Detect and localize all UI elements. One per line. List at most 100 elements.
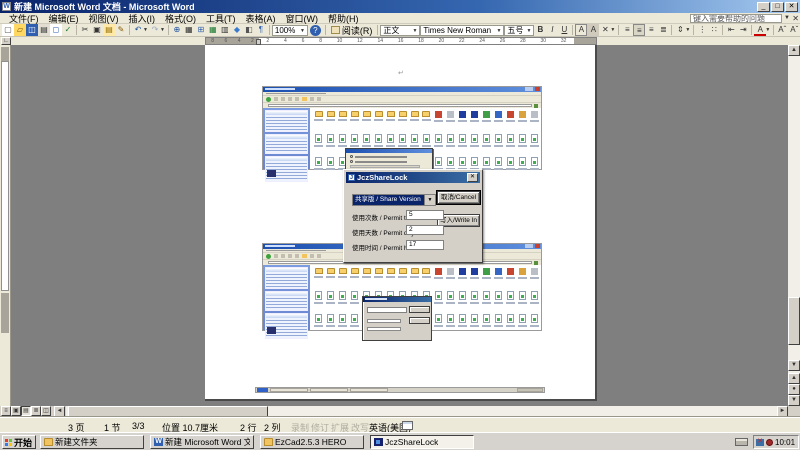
show-hide-icon[interactable]: ¶ xyxy=(255,24,267,36)
copy-icon[interactable]: ▣ xyxy=(91,24,103,36)
help-icon[interactable]: ? xyxy=(310,25,321,36)
document-map-icon[interactable]: ◧ xyxy=(243,24,255,36)
paste-icon[interactable]: ▤ xyxy=(103,24,115,36)
start-button[interactable]: 开始 xyxy=(2,435,36,449)
browse-next-button[interactable]: ▼ xyxy=(788,395,800,406)
minimize-button[interactable]: _ xyxy=(757,2,770,12)
bullets-icon[interactable]: ∷ xyxy=(708,24,720,36)
save-icon[interactable]: ◫ xyxy=(26,24,38,36)
menu-item-3[interactable]: 插入(I) xyxy=(124,12,161,25)
justify-icon[interactable]: ≣ xyxy=(657,24,669,36)
chevron-down-icon[interactable]: ▼ xyxy=(765,27,770,33)
antivirus-tray-icon[interactable] xyxy=(766,439,773,446)
normal-view-button[interactable]: ≡ xyxy=(1,406,11,416)
numbering-icon[interactable]: ⋮ xyxy=(696,24,708,36)
chevron-down-icon[interactable]: ▼ xyxy=(412,27,417,36)
permit-hours-field[interactable]: 17 xyxy=(406,240,444,250)
insert-excel-icon[interactable]: ▦ xyxy=(207,24,219,36)
scrollbar-thumb[interactable] xyxy=(788,297,800,345)
file-label-line xyxy=(398,145,407,147)
jczsharelock-dialog[interactable]: J JczShareLock ✕ 共享版 / Share Version ▼ 取… xyxy=(343,169,483,263)
task-button-0[interactable]: 新建文件夹 xyxy=(40,435,144,449)
close-button[interactable]: ✕ xyxy=(785,2,798,12)
format-painter-icon[interactable]: ✎ xyxy=(115,24,127,36)
columns-icon[interactable]: ▥ xyxy=(219,24,231,36)
close-icon[interactable]: ✕ xyxy=(792,14,799,23)
char-border-icon[interactable]: A xyxy=(575,24,587,36)
scroll-right-button[interactable]: ► xyxy=(777,406,788,417)
scroll-down-button[interactable]: ▼ xyxy=(788,360,800,371)
chevron-down-icon[interactable]: ▼ xyxy=(685,27,690,33)
task-button-3[interactable]: JczShareLock xyxy=(370,435,474,449)
permit-days-field[interactable]: 2 xyxy=(406,225,444,235)
menu-item-6[interactable]: 表格(A) xyxy=(241,12,281,25)
volume-muted-icon[interactable]: ✕ xyxy=(756,439,764,446)
chevron-down-icon[interactable]: ▼ xyxy=(496,27,501,36)
print-layout-view-button[interactable]: ▤ xyxy=(21,406,31,416)
style-combo[interactable]: ▼正文 xyxy=(380,25,420,36)
print-preview-icon[interactable]: ◻ xyxy=(50,24,62,36)
task-button-1[interactable]: W新建 Microsoft Word 文... xyxy=(150,435,254,449)
browse-select-button[interactable]: ● xyxy=(788,384,800,395)
print-icon[interactable]: ▤ xyxy=(38,24,50,36)
restore-button[interactable]: □ xyxy=(771,2,784,12)
chevron-down-icon[interactable]: ▼ xyxy=(300,27,305,36)
insert-table-icon[interactable]: ⊞ xyxy=(195,24,207,36)
chevron-down-icon[interactable]: ▼ xyxy=(784,15,790,21)
align-left-icon[interactable]: ≡ xyxy=(621,24,633,36)
font-combo[interactable]: ▼Times New Roman xyxy=(420,25,504,36)
share-version-combo[interactable]: 共享版 / Share Version ▼ xyxy=(352,194,436,206)
chevron-down-icon[interactable]: ▼ xyxy=(526,27,531,36)
drawing-icon[interactable]: ◆ xyxy=(231,24,243,36)
dialog-close-button[interactable]: ✕ xyxy=(467,173,478,182)
increase-indent-icon[interactable]: ⇥ xyxy=(737,24,749,36)
italic-icon[interactable]: I xyxy=(546,24,558,36)
menu-item-1[interactable]: 编辑(E) xyxy=(44,12,84,25)
menu-item-2[interactable]: 视图(V) xyxy=(84,12,124,25)
hyperlink-icon[interactable]: ⊕ xyxy=(171,24,183,36)
menu-item-0[interactable]: 文件(F) xyxy=(4,12,44,25)
menu-item-4[interactable]: 格式(O) xyxy=(160,12,201,25)
shrink-font-icon[interactable]: Aˇ xyxy=(788,24,800,36)
align-right-icon[interactable]: ≡ xyxy=(645,24,657,36)
reading-layout-view-button[interactable]: ◫ xyxy=(41,406,51,416)
scroll-left-button[interactable]: ◄ xyxy=(54,406,65,417)
align-center-icon[interactable]: ≡ xyxy=(633,24,645,36)
grow-font-icon[interactable]: Aˆ xyxy=(776,24,788,36)
printer-tray-icon[interactable] xyxy=(735,438,748,446)
font-size-combo[interactable]: ▼五号 xyxy=(504,25,534,36)
cut-icon[interactable]: ✂ xyxy=(79,24,91,36)
horizontal-scrollbar[interactable] xyxy=(66,406,777,417)
bold-icon[interactable]: B xyxy=(534,24,546,36)
web-layout-view-button[interactable]: ▣ xyxy=(11,406,21,416)
browse-previous-button[interactable]: ▲ xyxy=(788,373,800,384)
dialog-titlebar[interactable]: J JczShareLock ✕ xyxy=(346,172,480,183)
scroll-up-button[interactable]: ▲ xyxy=(788,45,800,56)
read-mode-button[interactable]: 阅读(R) xyxy=(328,24,376,36)
new-document-icon[interactable]: ▢ xyxy=(2,24,14,36)
outline-view-button[interactable]: ≣ xyxy=(31,406,41,416)
cancel-button[interactable]: 取消/Cancel xyxy=(437,191,480,204)
tab-selector-button[interactable]: ∟ xyxy=(1,37,11,45)
spelling-icon[interactable]: ✓ xyxy=(62,24,74,36)
chevron-down-icon[interactable]: ▼ xyxy=(610,27,615,33)
permit-times-field[interactable]: 5 xyxy=(406,210,444,220)
taskbar-clock[interactable]: 10:01 xyxy=(775,438,795,447)
menu-item-5[interactable]: 工具(T) xyxy=(201,12,241,25)
char-shading-icon[interactable]: A xyxy=(587,24,599,36)
open-folder-icon[interactable]: ▱ xyxy=(14,24,26,36)
task-button-2[interactable]: EzCad2.5.3 HERO xyxy=(260,435,364,449)
menu-item-7[interactable]: 窗口(W) xyxy=(281,12,324,25)
chevron-down-icon[interactable]: ▼ xyxy=(143,27,148,33)
decrease-indent-icon[interactable]: ⇤ xyxy=(725,24,737,36)
scrollbar-thumb[interactable] xyxy=(68,406,268,417)
underline-icon[interactable]: U xyxy=(558,24,570,36)
tables-borders-icon[interactable]: ▦ xyxy=(183,24,195,36)
chevron-down-icon[interactable]: ▼ xyxy=(160,27,165,33)
help-question-input[interactable]: 键入需要帮助的问题 xyxy=(690,14,782,23)
zoom-combo[interactable]: ▼100% xyxy=(272,25,308,36)
horizontal-ruler[interactable]: 8642 2468101214161820222426283032 xyxy=(205,37,597,45)
chevron-down-icon[interactable]: ▼ xyxy=(424,195,435,205)
vertical-scrollbar[interactable]: ▲ ▼ ▲ ● ▼ xyxy=(788,45,800,406)
vertical-ruler[interactable] xyxy=(0,45,11,406)
